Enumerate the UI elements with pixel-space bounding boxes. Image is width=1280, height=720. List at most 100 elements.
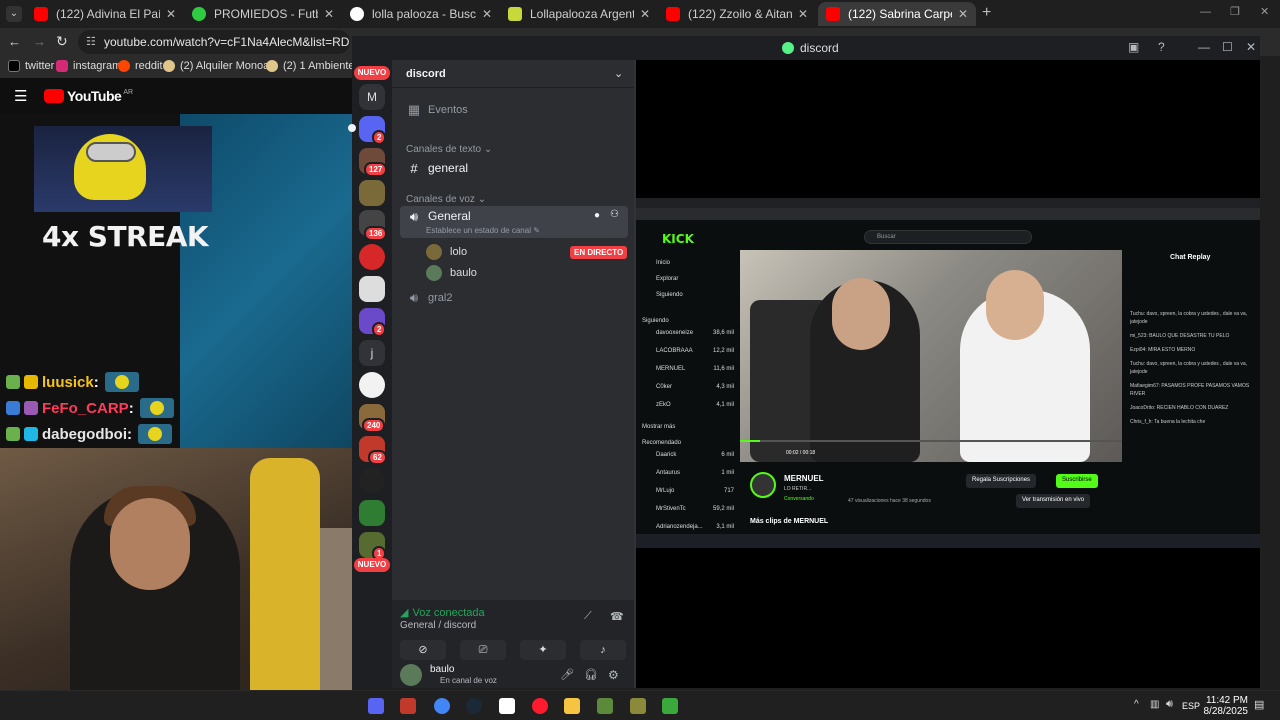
soundboard-button[interactable]: ♪: [580, 640, 626, 660]
invite-icon[interactable]: ⚇: [610, 209, 619, 220]
restore-icon[interactable]: ❐: [1230, 5, 1240, 18]
browser-tab[interactable]: (122) Zzoilo & Aitana - Mon Am ✕: [658, 2, 816, 26]
chat-bubble-icon[interactable]: ●: [594, 210, 600, 221]
microphone-icon[interactable]: 🎤︎: [560, 668, 574, 681]
close-icon[interactable]: ✕: [798, 7, 808, 21]
category-voice-channels[interactable]: Canales de voz ⌄: [406, 194, 486, 205]
server-header[interactable]: discord ⌄: [392, 60, 634, 88]
discord-taskbar-icon[interactable]: [368, 698, 384, 714]
close-window-icon[interactable]: ✕: [1260, 5, 1269, 18]
notifications-icon[interactable]: ▤: [1254, 698, 1264, 711]
network-icon[interactable]: ▥: [1150, 699, 1159, 710]
new-tab-button[interactable]: +: [982, 4, 991, 22]
category-text-channels[interactable]: Canales de texto ⌄: [406, 144, 492, 155]
app-taskbar-icon[interactable]: [630, 698, 646, 714]
user-status: En canal de voz: [440, 676, 497, 685]
voice-channel-path[interactable]: General / discord: [400, 620, 476, 631]
calendar-icon: ▦: [407, 102, 421, 117]
tab-search-button[interactable]: ⌄: [6, 6, 22, 22]
close-icon[interactable]: ✕: [640, 7, 650, 21]
voice-connected-status: ◢ Voz conectada: [400, 606, 485, 620]
avatar[interactable]: [400, 664, 422, 686]
youtube-video-player[interactable]: 4x STREAK luusick : FeFo_CARP : dabegodb…: [0, 114, 352, 690]
camera-off-button[interactable]: ⊘: [400, 640, 446, 660]
capcut-taskbar-icon[interactable]: [499, 698, 515, 714]
google-favicon-icon: [350, 7, 364, 21]
chrome-taskbar-icon[interactable]: [434, 698, 450, 714]
address-bar[interactable]: ☷ youtube.com/watch?v=cF1Na4AlecM&list=R…: [78, 30, 350, 54]
minion-emote-icon: [138, 424, 172, 444]
unread-badge: 62: [368, 450, 387, 465]
browser-tab[interactable]: Lollapalooza Argentina 2026 | T ✕: [500, 2, 658, 26]
browser-tab[interactable]: (122) Adivina El País con Gaspi ✕: [26, 2, 184, 26]
unread-badge: 136: [364, 226, 388, 241]
show-hidden-icons-icon[interactable]: ^: [1134, 699, 1139, 710]
discord-title-bar: discord ▣ ? — ☐ ✕: [352, 36, 1260, 60]
system-clock[interactable]: 11:42 PM 8/28/2025: [1196, 695, 1249, 717]
voice-user-lolo[interactable]: lolo: [426, 244, 467, 260]
voice-user-baulo[interactable]: baulo: [426, 265, 477, 281]
inbox-icon[interactable]: ▣: [1128, 40, 1139, 54]
maximize-icon[interactable]: ☐: [1222, 40, 1233, 54]
noise-suppression-icon[interactable]: ⟋: [584, 610, 592, 623]
discord-window: discord ▣ ? — ☐ ✕ NUEVO M 2 127 136 2 j …: [348, 36, 1260, 688]
unread-pill: [348, 124, 356, 132]
server-icon-j[interactable]: j: [359, 340, 385, 366]
screen-share-button[interactable]: ⎚: [460, 640, 506, 660]
browser-tab-active[interactable]: (122) Sabrina Carpenter - Pleas ✕: [818, 2, 976, 26]
server-icon[interactable]: [359, 276, 385, 302]
back-icon[interactable]: ←: [8, 34, 21, 49]
events-item[interactable]: ▦ Eventos: [400, 98, 628, 122]
steam-taskbar-icon[interactable]: [466, 698, 482, 714]
minimize-icon[interactable]: —: [1200, 6, 1211, 18]
server-icon-m[interactable]: M: [359, 84, 385, 110]
close-icon[interactable]: ✕: [482, 7, 492, 21]
stream-chat-line: FeFo_CARP :: [6, 398, 174, 418]
voice-taskbar-icon[interactable]: [400, 698, 416, 714]
browser-tab[interactable]: PROMIEDOS - Futbol Argentino ✕: [184, 2, 342, 26]
settings-gear-icon[interactable]: ⚙: [608, 668, 619, 682]
server-icon[interactable]: [359, 372, 385, 398]
file-explorer-icon[interactable]: [564, 698, 580, 714]
bookmark-twitter[interactable]: twitter: [8, 60, 54, 72]
menu-icon[interactable]: ☰: [14, 87, 27, 105]
close-window-icon[interactable]: ✕: [1246, 40, 1256, 54]
browser-tab[interactable]: lolla palooza - Buscar con Google ✕: [342, 2, 500, 26]
streamed-browser-tabs: [636, 198, 1260, 208]
opera-taskbar-icon[interactable]: [532, 698, 548, 714]
disconnect-icon[interactable]: ☎: [610, 610, 624, 623]
activities-button[interactable]: ✦: [520, 640, 566, 660]
chat-badge-icon: [6, 401, 20, 415]
minecraft-taskbar-icon[interactable]: [662, 698, 678, 714]
bookmark-reddit[interactable]: reddit: [118, 60, 163, 72]
channel-general[interactable]: # general: [400, 156, 628, 180]
close-icon[interactable]: ✕: [958, 7, 968, 21]
youtube-page: ☰ YouTube AR 4x STREAK luusick : FeFo_CA…: [0, 78, 352, 690]
voice-channel-gral2[interactable]: 🔊︎ gral2: [400, 286, 628, 310]
reload-icon[interactable]: ↻: [56, 33, 68, 50]
volume-icon[interactable]: 🔊︎: [1166, 698, 1173, 711]
youtube-logo[interactable]: YouTube AR: [44, 88, 133, 104]
close-icon[interactable]: ✕: [324, 7, 334, 21]
server-icon[interactable]: [359, 468, 385, 494]
bookmark-alquiler[interactable]: (2) Alquiler Monoa...: [163, 60, 278, 72]
kick-show-more: Mostrar más: [642, 424, 676, 430]
unread-badge: 127: [364, 162, 388, 177]
forward-icon[interactable]: →: [33, 34, 46, 49]
headphones-icon[interactable]: 🎧︎: [584, 668, 598, 681]
stream-viewer[interactable]: KICK Buscar Inicio Explorar Siguiendo Si…: [636, 60, 1260, 688]
minion-emote-icon: [139, 398, 174, 418]
server-icon[interactable]: [359, 180, 385, 206]
help-icon[interactable]: ?: [1158, 40, 1165, 54]
kick-video-player: 00:02 / 00:18: [740, 250, 1122, 462]
voice-status-placeholder[interactable]: Establece un estado de canal ✎: [426, 226, 540, 235]
bookmark-instagram[interactable]: instagram: [56, 60, 121, 72]
server-icon[interactable]: [359, 244, 385, 270]
minion-emote-icon: [104, 372, 139, 392]
minimize-icon[interactable]: —: [1198, 40, 1210, 54]
windows-taskbar: ^ ▥ 🔊︎ ESP 11:42 PM 8/28/2025 ▤: [0, 690, 1280, 720]
minecraft-taskbar-icon[interactable]: [597, 698, 613, 714]
close-icon[interactable]: ✕: [166, 7, 176, 21]
server-icon[interactable]: [359, 500, 385, 526]
site-info-icon[interactable]: ☷: [86, 35, 96, 48]
